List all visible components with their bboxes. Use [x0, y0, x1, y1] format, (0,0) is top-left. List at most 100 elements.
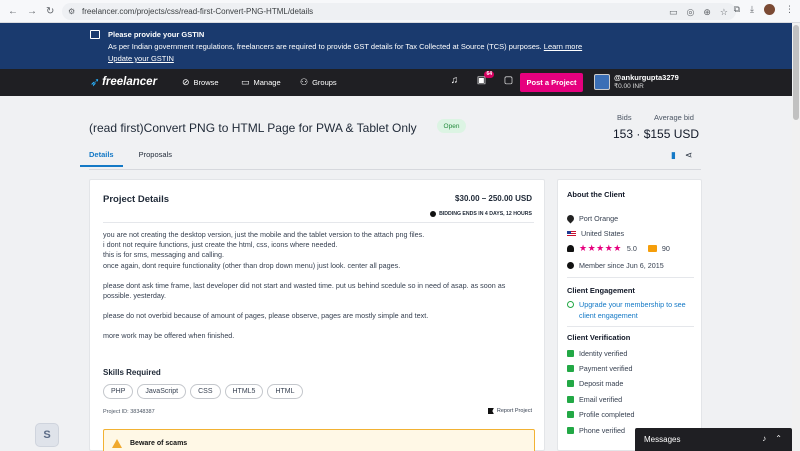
info-icon: [567, 301, 574, 308]
eye-off-icon[interactable]: ◎: [687, 7, 695, 18]
verification-label: Payment verified: [579, 364, 633, 373]
desc-line: i dont not require functions, just creat…: [103, 240, 338, 250]
menu-icon[interactable]: ⋮: [785, 4, 794, 15]
bell-icon[interactable]: ♫: [448, 75, 461, 88]
zoom-icon[interactable]: ⊕: [703, 7, 711, 18]
user-menu[interactable]: @ankurgupta3279 ₹0.00 INR: [594, 73, 679, 91]
bids-label: Bids: [617, 113, 632, 122]
engagement-row: Upgrade your membership to see client en…: [567, 300, 697, 321]
skill-chip[interactable]: CSS: [190, 384, 221, 399]
report-project-link[interactable]: Report Project: [487, 408, 532, 414]
address-bar-actions: ▭ ◎ ⊕ ☆: [669, 7, 728, 18]
logo-text: freelancer: [102, 76, 158, 88]
verification-item: Email verified: [567, 395, 622, 404]
person-icon: [567, 245, 574, 252]
chevron-up-icon[interactable]: ⌃: [775, 434, 782, 443]
header-icons: ♫ ▣ 64 ▢: [448, 71, 515, 88]
messages-label: Messages: [644, 435, 681, 444]
rating-value: 5.0: [626, 244, 637, 253]
bidding-ends: BIDDING ENDS IN 4 DAYS, 12 HOURS: [430, 211, 532, 217]
notification-badge: 64: [484, 71, 494, 78]
skill-chip[interactable]: PHP: [103, 384, 134, 399]
messages-panel[interactable]: Messages ♪ ⌃: [635, 428, 792, 451]
address-bar[interactable]: ⚙ freelancer.com/projects/css/read-first…: [62, 3, 736, 20]
budget: $30.00 – 250.00 USD: [455, 194, 532, 203]
project-details-card: Project Details $30.00 – 250.00 USD BIDD…: [89, 179, 545, 451]
location-pin-icon: [565, 213, 576, 224]
balance: ₹0.00 INR: [614, 83, 644, 90]
page-title: (read first)Convert PNG to HTML Page for…: [89, 121, 417, 135]
bids-summary: 153 · $155 USD: [613, 127, 700, 141]
project-id: Project ID: 38348387: [103, 409, 155, 415]
verification-item: Identity verified: [567, 349, 627, 358]
extensions-icon[interactable]: ⧉: [734, 4, 740, 15]
card-icon: [567, 380, 574, 387]
browser-nav: ← → ↻: [0, 6, 62, 17]
scam-warning: Beware of scams: [103, 429, 535, 451]
groups-icon: ⚇: [300, 77, 309, 87]
review-count: 90: [661, 244, 670, 253]
skill-chip[interactable]: JavaScript: [137, 384, 187, 399]
update-gstin-link[interactable]: Update your GSTIN: [108, 54, 174, 63]
learn-more-link[interactable]: Learn more: [544, 42, 582, 51]
skill-chip[interactable]: HTML5: [224, 384, 264, 399]
forward-icon[interactable]: →: [27, 6, 37, 17]
back-icon[interactable]: ←: [8, 6, 18, 17]
bidding-ends-text: BIDDING ENDS IN 4 DAYS, 12 HOURS: [439, 211, 532, 217]
description-paragraph: please do not overbid because of amount …: [103, 311, 429, 321]
cast-icon[interactable]: ▭: [669, 7, 678, 18]
nav-browse[interactable]: ⊘ Browse: [182, 77, 219, 88]
reload-icon[interactable]: ↻: [46, 6, 54, 17]
details-divider: [103, 222, 534, 223]
bookmark-icon[interactable]: ▮: [671, 150, 676, 161]
verification-item: Payment verified: [567, 364, 633, 373]
sidebar-divider: [567, 326, 694, 327]
email-icon: [567, 396, 574, 403]
verification-item: Phone verified: [567, 426, 625, 435]
client-rating: ★★★★★ 5.0 90: [567, 243, 670, 254]
project-description: you are not creating the desktop version…: [103, 230, 534, 352]
briefcase-icon[interactable]: ▣ 64: [475, 71, 494, 88]
client-country: United States: [567, 229, 624, 238]
page-scrollbar[interactable]: [792, 23, 800, 451]
tabs-divider: [89, 169, 701, 170]
share-icon[interactable]: ⋖: [685, 150, 693, 161]
notification-bell-icon[interactable]: ♪: [762, 434, 766, 443]
client-member-since: Member since Jun 6, 2015: [567, 261, 664, 270]
profile-avatar[interactable]: [764, 4, 775, 15]
tab-proposals[interactable]: Proposals: [139, 150, 172, 167]
about-client-heading: About the Client: [567, 190, 625, 199]
nav-manage[interactable]: ▭ Manage: [241, 77, 281, 88]
project-tabs: Details Proposals: [80, 150, 172, 167]
upgrade-membership-link[interactable]: Upgrade your membership to see client en…: [579, 300, 697, 321]
download-icon[interactable]: ⤓: [750, 4, 754, 15]
skills-heading: Skills Required: [103, 368, 161, 377]
client-city: Port Orange: [565, 213, 618, 224]
clock-icon: [430, 211, 437, 217]
verification-label: Deposit made: [579, 379, 624, 388]
nav-groups[interactable]: ⚇ Groups: [300, 77, 337, 88]
verification-heading: Client Verification: [567, 333, 631, 342]
username: @ankurgupta3279: [614, 73, 679, 82]
banner-text: As per Indian government regulations, fr…: [108, 42, 583, 51]
nav-groups-label: Groups: [312, 78, 337, 87]
post-project-button[interactable]: Post a Project: [520, 73, 583, 92]
flag-icon: [487, 408, 494, 414]
scam-warning-text: Beware of scams: [130, 440, 188, 447]
browser-actions: ⧉ ⤓ ⋮: [734, 4, 794, 15]
star-icon[interactable]: ☆: [720, 7, 728, 18]
project-details-heading: Project Details: [103, 194, 169, 205]
url-text[interactable]: freelancer.com/projects/css/read-first-C…: [82, 7, 313, 16]
engagement-heading: Client Engagement: [567, 286, 635, 295]
floating-widget-icon[interactable]: S: [35, 423, 59, 447]
skill-chip[interactable]: HTML: [267, 384, 303, 399]
project-actions: ▮ ⋖: [671, 150, 693, 161]
phone-icon: [567, 427, 574, 434]
banner-title: Please provide your GSTIN: [108, 30, 205, 39]
tab-details[interactable]: Details: [80, 150, 123, 167]
id-card-icon: [567, 350, 574, 357]
scrollbar-thumb[interactable]: [793, 25, 799, 120]
chat-icon[interactable]: ▢: [502, 75, 515, 88]
freelancer-logo[interactable]: ➶ freelancer: [90, 75, 157, 89]
site-settings-icon[interactable]: ⚙: [68, 7, 77, 16]
